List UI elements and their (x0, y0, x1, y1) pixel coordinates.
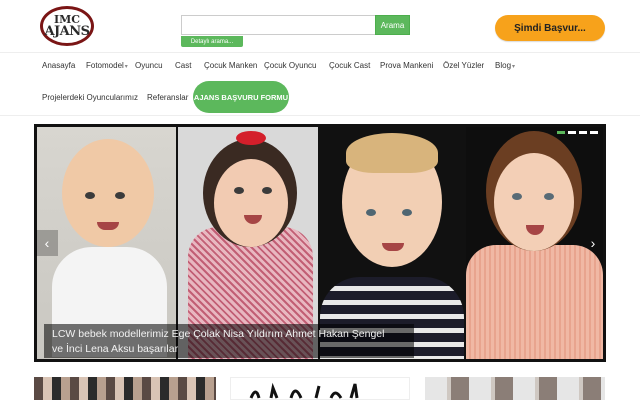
nav-item-label: Çocuk Cast (329, 61, 371, 70)
nav-item-label: Cast (175, 61, 192, 70)
search-button[interactable]: Arama (375, 15, 410, 35)
slider-prev-arrow-icon[interactable]: ‹ (36, 230, 58, 256)
nav-item-label: Anasayfa (42, 61, 76, 70)
nav-item-cocuk-cast[interactable]: Çocuk Cast (329, 61, 370, 70)
nav-item-blog[interactable]: Blog▾ (495, 61, 515, 70)
chevron-down-icon: ▾ (124, 64, 128, 70)
chevron-down-icon: ▾ (512, 64, 516, 70)
slider-next-arrow-icon[interactable]: › (582, 230, 604, 256)
apply-now-button[interactable]: Şimdi Başvur... (495, 15, 605, 41)
nav-item-referanslar[interactable]: Referanslar (147, 93, 188, 102)
slide-caption: LCW bebek modellerimiz Ege Çolak Nisa Yı… (44, 324, 414, 358)
thumbnail-photo-wall[interactable] (425, 377, 605, 400)
nav-item-ozel-yuzler[interactable]: Özel Yüzler (443, 61, 484, 70)
nav-item-label: Referanslar (147, 93, 189, 102)
agency-application-form-button[interactable]: AJANS BAŞVURU FORMU (193, 81, 289, 113)
slide-caption-line1: LCW bebek modellerimiz Ege Çolak Nisa Yı… (52, 328, 385, 340)
site-header: IMC AJANS Arama Detaylı arama... Şimdi B… (0, 0, 640, 52)
nav-item-label: Çocuk Oyuncu (264, 61, 317, 70)
nav-item-label: Özel Yüzler (443, 61, 485, 70)
nav-item-fotomodel[interactable]: Fotomodel▾ (86, 61, 128, 70)
nav-item-oyuncu[interactable]: Oyuncu (135, 61, 163, 70)
nav-item-projelerdeki-oyuncularimiz[interactable]: Projelerdeki Oyuncularımız (42, 93, 138, 102)
thumbnail-models-collage[interactable] (34, 377, 216, 400)
nav-item-label: Projelerdeki Oyuncularımız (42, 93, 139, 102)
search-input[interactable] (181, 15, 376, 35)
nav-item-anasayfa[interactable]: Anasayfa (42, 61, 75, 70)
nav-item-label: Oyuncu (135, 61, 163, 70)
nav-divider-bottom (0, 115, 640, 116)
nav-item-cast[interactable]: Cast (175, 61, 191, 70)
main-nav: Anasayfa Fotomodel▾ Oyuncu Cast Çocuk Ma… (30, 53, 630, 115)
nav-item-label: Çocuk Manken (204, 61, 258, 70)
hero-slider[interactable]: LCW bebek modellerimiz Ege Çolak Nisa Yı… (34, 124, 606, 362)
slider-pagination (557, 131, 598, 134)
slide-caption-line2: ve İnci Lena Aksu başarılar (52, 343, 179, 355)
nav-item-label: Prova Mankeni (380, 61, 434, 70)
nav-item-cocuk-manken[interactable]: Çocuk Manken (204, 61, 257, 70)
nav-item-label: Fotomodel (86, 61, 124, 70)
thumbnail-handwritten-banner[interactable] (230, 377, 410, 400)
slider-dot-1[interactable] (557, 131, 565, 134)
imc-ajans-logo[interactable]: IMC AJANS (40, 6, 94, 46)
nav-item-cocuk-oyuncu[interactable]: Çocuk Oyuncu (264, 61, 316, 70)
slider-dot-2[interactable] (568, 131, 576, 134)
handwritten-strokes-graphic (249, 382, 359, 399)
slider-dot-3[interactable] (579, 131, 587, 134)
slider-dot-4[interactable] (590, 131, 598, 134)
nav-item-prova-mankeni[interactable]: Prova Mankeni (380, 61, 433, 70)
logo-line2: AJANS (44, 24, 90, 39)
nav-item-label: Blog (495, 61, 512, 70)
advanced-search-button[interactable]: Detaylı arama... (181, 36, 243, 47)
